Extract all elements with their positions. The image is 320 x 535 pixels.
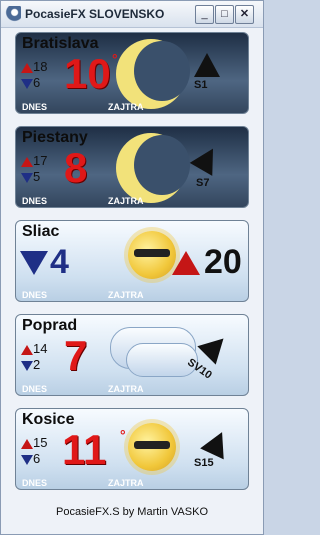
wind-direction-icon [194,53,220,77]
city-name: Sliac [22,223,60,240]
label-zajtra: ZAJTRA [108,196,144,206]
label-zajtra: ZAJTRA [108,102,144,112]
maximize-button[interactable]: □ [215,5,234,24]
min-temp: 6 [21,451,40,466]
min-arrow-icon [21,454,33,465]
max-arrow-icon [21,62,33,73]
max-temp: 14 [21,341,47,356]
high-arrow-icon [172,251,200,275]
wind-direction-icon [189,142,225,176]
high-temp: 20 [204,243,242,281]
max-arrow-icon [21,438,33,449]
label-dnes: DNES [22,102,48,112]
max-arrow-icon [21,344,33,355]
wind-direction-icon [197,329,233,365]
city-card-bratislava[interactable]: Bratislava 18 6 10 ° S1 DNES ZAJTRA [15,32,249,114]
min-temp: 6 [21,75,40,90]
label-dnes: DNES [22,290,48,300]
low-arrow-icon [20,251,48,275]
max-temp: 17 [21,153,47,168]
minimize-button[interactable]: _ [195,5,214,24]
window-title: PocasieFX SLOVENSKO [25,7,165,21]
city-card-kosice[interactable]: Kosice 15 6 11 ° S15 DNES ZAJTRA [15,408,249,490]
sunglasses-icon [134,441,170,449]
city-card-sliac[interactable]: Sliac 4 20 DNES ZAJTRA [15,220,249,302]
app-window: PocasieFX SLOVENSKO _ □ ✕ Bratislava 18 … [0,0,264,535]
day-labels: DNES ZAJTRA [16,383,248,395]
wind-label: SV10 [184,356,214,382]
label-dnes: DNES [22,478,48,488]
label-zajtra: ZAJTRA [108,290,144,300]
min-arrow-icon [21,360,33,371]
wind-label: S1 [194,79,208,91]
degree-symbol: ° [120,427,126,443]
current-temp: 7 [64,332,88,379]
city-card-piestany[interactable]: Piestany 17 5 8 S7 DNES ZAJTRA [15,126,249,208]
day-labels: DNES ZAJTRA [16,289,248,301]
wind-label: S15 [194,457,214,469]
footer-credit: PocasieFX.S by Martin VASKO [55,506,209,518]
close-button[interactable]: ✕ [235,5,254,24]
city-card-poprad[interactable]: Poprad 14 2 7 SV10 DNES ZAJTRA [15,314,249,396]
low-temp: 4 [50,243,69,281]
label-dnes: DNES [22,196,48,206]
day-labels: DNES ZAJTRA [16,195,248,207]
max-temp: 15 [21,435,47,450]
cloud-icon-2 [126,343,198,377]
max-temp: 18 [21,59,47,74]
label-dnes: DNES [22,384,48,394]
wind-label: S7 [196,177,210,189]
wind-direction-icon [200,426,234,460]
current-temp: 8 [64,144,88,191]
moon-shadow-icon [134,41,190,101]
min-arrow-icon [21,78,33,89]
sunglasses-icon [134,249,170,257]
moon-shadow-icon [134,135,190,195]
min-temp: 5 [21,169,40,184]
current-temp: 11 [62,426,107,473]
day-labels: DNES ZAJTRA [16,101,248,113]
day-labels: DNES ZAJTRA [16,477,248,489]
label-zajtra: ZAJTRA [108,384,144,394]
title-bar[interactable]: PocasieFX SLOVENSKO _ □ ✕ [1,1,263,28]
min-arrow-icon [21,172,33,183]
max-arrow-icon [21,156,33,167]
min-temp: 2 [21,357,40,372]
app-icon [5,6,21,22]
current-temp: 10 [64,50,111,97]
label-zajtra: ZAJTRA [108,478,144,488]
